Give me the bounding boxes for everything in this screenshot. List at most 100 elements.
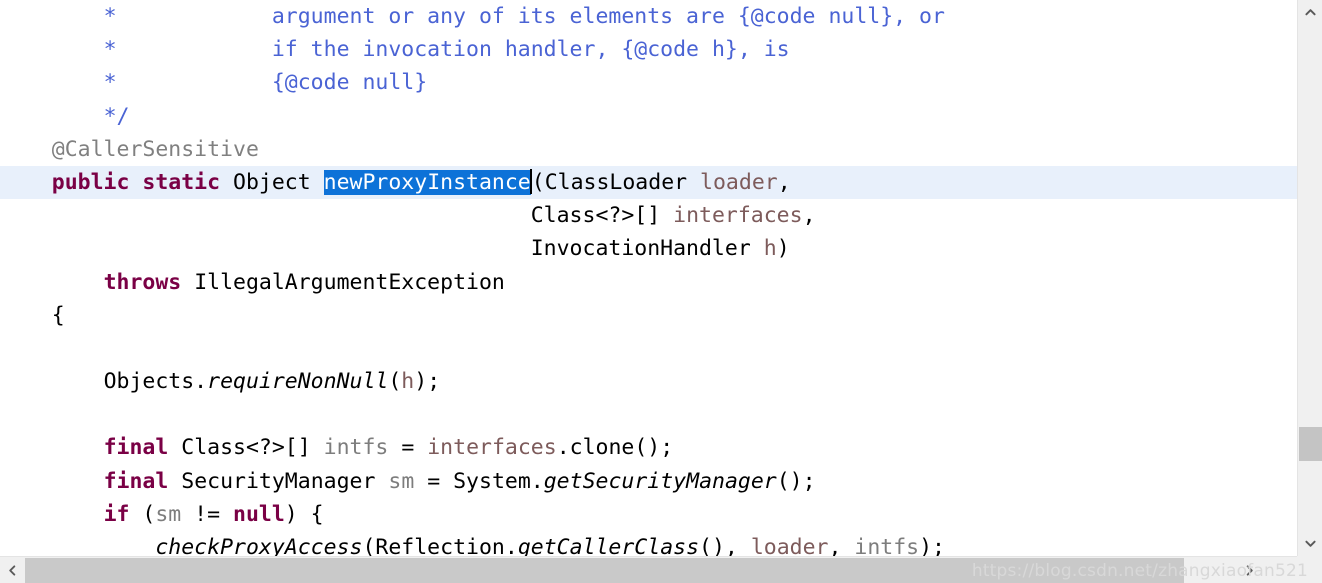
line-param-interfaces[interactable]: Class<?>[] interfaces, — [0, 199, 1297, 232]
line-method-signature[interactable]: public static Object newProxyInstance(Cl… — [0, 165, 1297, 200]
code-token: getSecurityManager — [543, 468, 777, 494]
code-token: Reflection — [375, 535, 505, 556]
code-token: (); — [776, 468, 816, 494]
code-token: != — [181, 501, 234, 527]
chevron-up-icon — [1305, 9, 1316, 16]
code-token: ); — [919, 535, 945, 556]
code-token: argument or any of its elements are {@co… — [116, 4, 945, 29]
code-token: {@code null} — [116, 70, 428, 96]
code-token: (), — [699, 535, 751, 556]
code-token: throws — [103, 269, 182, 295]
code-token: * — [103, 70, 117, 96]
line-blank-1[interactable] — [0, 332, 1297, 365]
code-token: if — [103, 501, 130, 527]
scrollbar-corner — [1297, 556, 1322, 583]
code-token: final — [103, 435, 169, 461]
horizontal-scrollbar-thumb[interactable] — [25, 558, 1184, 583]
code-token: . — [530, 468, 544, 494]
vertical-scrollbar-thumb[interactable] — [1299, 427, 1322, 461]
code-token: = — [388, 435, 428, 461]
code-token: checkProxyAccess — [155, 535, 363, 556]
scroll-down-button[interactable] — [1298, 531, 1322, 556]
code-token: h — [763, 236, 777, 262]
code-token: ) — [776, 236, 790, 262]
scroll-right-button[interactable] — [1237, 557, 1262, 583]
code-editor-window: * argument or any of its elements are {@… — [0, 0, 1322, 583]
line-open-brace[interactable]: { — [0, 299, 1297, 332]
line-comment-invocation-handler[interactable]: * if the invocation handler, {@code h}, … — [0, 33, 1297, 66]
line-annotation-callersensitive[interactable]: @CallerSensitive — [0, 133, 1297, 166]
code-token: , — [802, 203, 816, 229]
chevron-left-icon — [9, 564, 16, 576]
horizontal-scrollbar[interactable] — [0, 556, 1297, 583]
code-token: = — [414, 468, 454, 494]
code-token: @CallerSensitive — [51, 136, 259, 162]
code-token: . — [194, 369, 208, 395]
selected-text: newProxyInstance — [323, 169, 531, 195]
scroll-left-button[interactable] — [0, 557, 25, 583]
code-token: loader — [750, 535, 829, 556]
line-throws[interactable]: throws IllegalArgumentException — [0, 266, 1297, 299]
line-check-proxy-access[interactable]: checkProxyAccess(Reflection.getCallerCla… — [0, 531, 1297, 556]
line-if-sm-null[interactable]: if (sm != null) { — [0, 498, 1297, 531]
line-param-handler[interactable]: InvocationHandler h) — [0, 232, 1297, 265]
line-require-non-null[interactable]: Objects.requireNonNull(h); — [0, 365, 1297, 398]
code-token: public static — [51, 169, 221, 195]
chevron-right-icon — [1246, 564, 1253, 576]
code-editor-text-area[interactable]: * argument or any of its elements are {@… — [0, 0, 1297, 556]
line-comment-argument[interactable]: * argument or any of its elements are {@… — [0, 0, 1297, 33]
code-token: loader — [700, 169, 778, 195]
code-token: ( — [129, 501, 156, 527]
code-token: ) { — [284, 501, 324, 527]
code-token: IllegalArgumentException — [194, 269, 505, 295]
vertical-scrollbar[interactable] — [1297, 0, 1322, 583]
scroll-up-button[interactable] — [1298, 0, 1322, 25]
code-token: */ — [103, 103, 130, 129]
line-blank-2[interactable] — [0, 398, 1297, 431]
code-token: ( — [362, 535, 376, 556]
code-token: { — [51, 302, 65, 328]
code-token: getCallerClass — [517, 535, 700, 556]
code-token: . — [504, 535, 518, 556]
code-token: final — [103, 468, 169, 494]
code-token: h — [401, 369, 415, 395]
code-token: sm — [388, 468, 415, 494]
code-token: ( — [388, 369, 402, 395]
code-token: Class<?>[] — [530, 203, 661, 229]
code-token: ( — [531, 169, 545, 195]
line-comment-end[interactable]: */ — [0, 100, 1297, 133]
line-intfs-clone[interactable]: final Class<?>[] intfs = interfaces.clon… — [0, 431, 1297, 464]
code-token: if the invocation handler, {@code h}, is — [116, 37, 790, 63]
line-comment-code-null[interactable]: * {@code null} — [0, 66, 1297, 99]
code-token: intfs — [854, 535, 920, 556]
code-token: ); — [414, 369, 441, 395]
code-token: ClassLoader — [544, 169, 688, 195]
line-security-manager[interactable]: final SecurityManager sm = System.getSec… — [0, 465, 1297, 498]
code-token: interfaces — [673, 203, 803, 229]
code-token: System — [453, 468, 531, 494]
chevron-down-icon — [1305, 540, 1316, 547]
code-token: null — [233, 501, 285, 527]
